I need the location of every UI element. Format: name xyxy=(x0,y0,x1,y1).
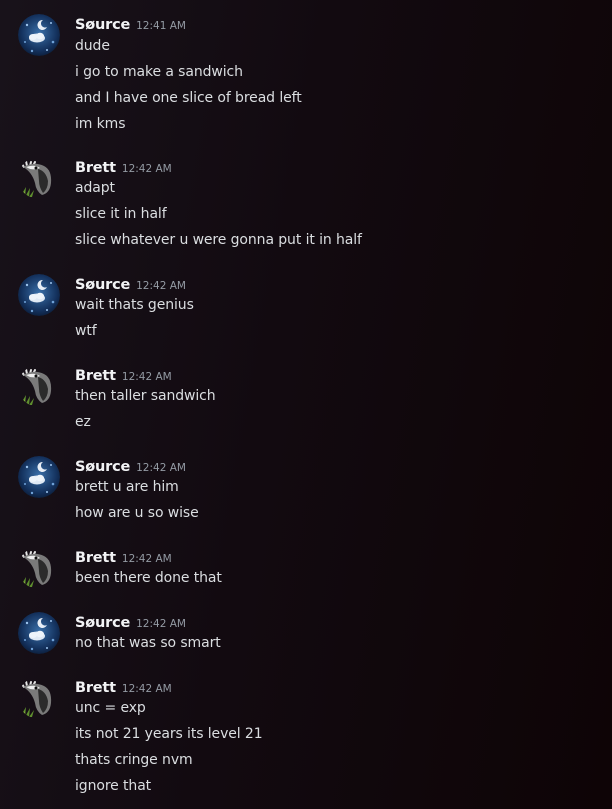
author-name[interactable]: Brett xyxy=(75,680,116,696)
message-header: Brett 12:42 AM xyxy=(75,677,172,697)
author-name[interactable]: Søurce xyxy=(75,615,130,631)
message-text: slice it in half xyxy=(75,206,167,222)
night-moon-avatar-icon[interactable] xyxy=(18,274,60,316)
message-text: unc = exp xyxy=(75,700,146,716)
message-text: been there done that xyxy=(75,570,222,586)
message-text: wait thats genius xyxy=(75,297,194,313)
author-name[interactable]: Søurce xyxy=(75,277,130,293)
message-text: its not 21 years its level 21 xyxy=(75,726,263,742)
message-header: Brett 12:42 AM xyxy=(75,365,172,385)
message-text: dude xyxy=(75,38,110,54)
message-header: Søurce 12:42 AM xyxy=(75,456,186,476)
author-name[interactable]: Søurce xyxy=(75,459,130,475)
author-name[interactable]: Søurce xyxy=(75,17,130,33)
message-text: i go to make a sandwich xyxy=(75,64,243,80)
night-moon-avatar-icon[interactable] xyxy=(18,456,60,498)
message-text: no that was so smart xyxy=(75,635,221,651)
message-timestamp: 12:41 AM xyxy=(136,20,186,32)
bird-grass-avatar-icon[interactable] xyxy=(18,365,60,407)
message-text: wtf xyxy=(75,323,97,339)
message-timestamp: 12:42 AM xyxy=(136,280,186,292)
bird-grass-avatar-icon[interactable] xyxy=(18,157,60,199)
message-text: ignore that xyxy=(75,778,152,794)
author-name[interactable]: Brett xyxy=(75,368,116,384)
night-moon-avatar-icon[interactable] xyxy=(18,14,60,56)
author-name[interactable]: Brett xyxy=(75,160,116,176)
message-timestamp: 12:42 AM xyxy=(136,462,186,474)
bird-grass-avatar-icon[interactable] xyxy=(18,547,60,589)
message-text: adapt xyxy=(75,180,115,196)
message-text: then taller sandwich xyxy=(75,388,216,404)
message-header: Søurce 12:42 AM xyxy=(75,274,186,294)
message-timestamp: 12:42 AM xyxy=(136,618,186,630)
message-timestamp: 12:42 AM xyxy=(121,371,172,383)
message-text: thats cringe nvm xyxy=(75,752,193,768)
message-text: how are u so wise xyxy=(75,505,199,521)
message-header: Brett 12:42 AM xyxy=(75,547,172,567)
message-text: and I have one slice of bread left xyxy=(75,90,302,106)
message-header: Søurce 12:42 AM xyxy=(75,612,186,632)
message-header: Brett 12:42 AM xyxy=(75,157,172,177)
message-text: brett u are him xyxy=(75,479,179,495)
author-name[interactable]: Brett xyxy=(75,550,116,566)
message-text: im kms xyxy=(75,116,126,132)
message-timestamp: 12:42 AM xyxy=(121,553,172,565)
message-timestamp: 12:42 AM xyxy=(121,163,172,175)
message-header: Søurce 12:41 AM xyxy=(75,14,186,34)
night-moon-avatar-icon[interactable] xyxy=(18,612,60,654)
message-text: slice whatever u were gonna put it in ha… xyxy=(75,232,362,248)
chat-log: Søurce 12:41 AM dude i go to make a sandw… xyxy=(0,0,612,809)
bird-grass-avatar-icon[interactable] xyxy=(18,677,60,719)
message-timestamp: 12:42 AM xyxy=(121,683,172,695)
message-text: ez xyxy=(75,414,91,430)
